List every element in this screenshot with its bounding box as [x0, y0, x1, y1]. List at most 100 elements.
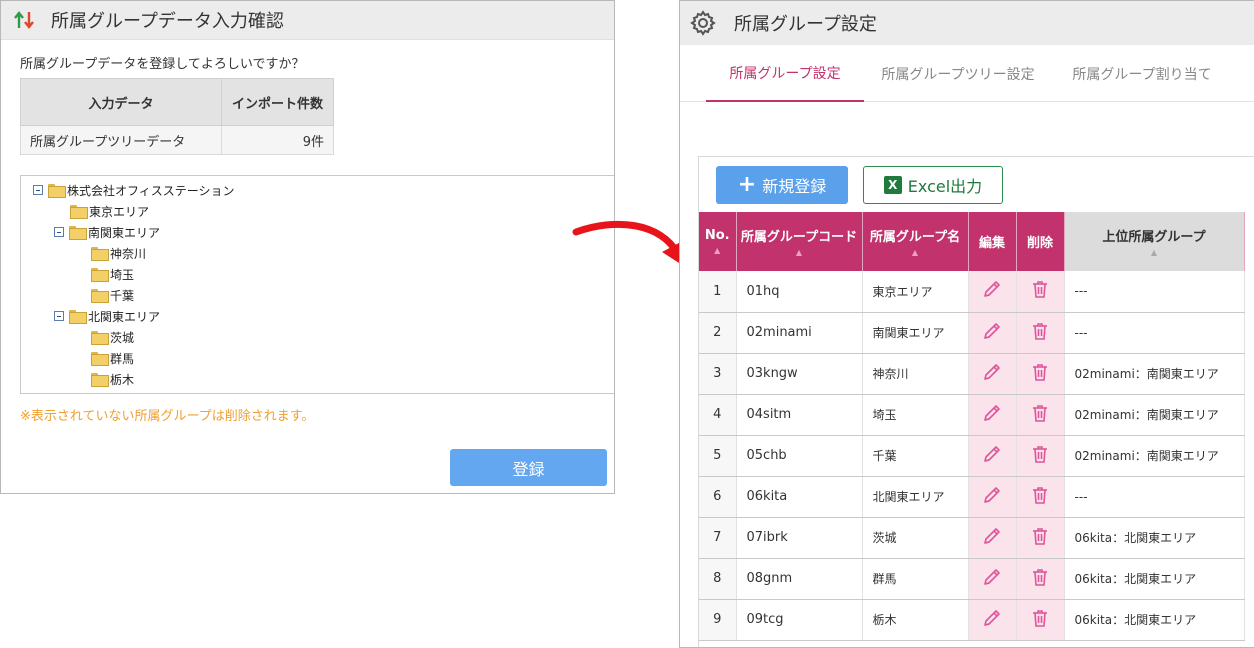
tree-node[interactable]: 北関東エリア	[54, 306, 160, 326]
edit-pencil-icon[interactable]	[981, 527, 1003, 551]
folder-icon	[91, 289, 109, 303]
tree-node-label: 東京エリア	[89, 204, 150, 219]
column-header-no[interactable]: No. ▲	[699, 212, 737, 271]
cell-code: 09tcg	[736, 599, 863, 641]
group-table: No. ▲ 所属グループコード ▲ 所属グループ名 ▲ 編集 削除 上位所属グル…	[699, 212, 1245, 641]
tree-node[interactable]: 栃木	[91, 369, 134, 389]
sort-icon[interactable]: ▲	[867, 249, 964, 257]
edit-pencil-icon[interactable]	[981, 281, 1003, 304]
delete-cell	[1016, 558, 1065, 600]
delete-trash-icon[interactable]	[1029, 568, 1051, 592]
table-row: 3 03kngw 神奈川 02minami：南関東エリア	[699, 353, 1245, 395]
delete-trash-icon[interactable]	[1029, 322, 1051, 346]
tree-node-label: 千葉	[110, 288, 135, 303]
edit-cell	[968, 271, 1017, 313]
column-header-parent[interactable]: 上位所属グループ ▲	[1064, 212, 1245, 271]
collapse-icon[interactable]	[33, 185, 43, 195]
cell-code: 08gnm	[736, 558, 863, 600]
cell-no: 6	[699, 476, 737, 518]
delete-trash-icon[interactable]	[1029, 404, 1051, 428]
delete-trash-icon[interactable]	[1029, 363, 1051, 387]
column-header-name[interactable]: 所属グループ名 ▲	[862, 212, 969, 271]
delete-trash-icon[interactable]	[1029, 281, 1051, 304]
folder-icon	[48, 184, 66, 198]
tree-node-label: 群馬	[110, 351, 135, 366]
edit-pencil-icon[interactable]	[981, 404, 1003, 428]
table-row: 8 08gnm 群馬 06kita：北関東エリア	[699, 558, 1245, 600]
delete-trash-icon[interactable]	[1029, 609, 1051, 633]
edit-pencil-icon[interactable]	[981, 322, 1003, 346]
gear-icon	[690, 10, 716, 36]
tree-node-label: 栃木	[110, 372, 135, 387]
table-row: 2 02minami 南関東エリア ---	[699, 312, 1245, 354]
register-button[interactable]: 登録	[450, 449, 607, 486]
tree-node[interactable]: 株式会社オフィスステーション	[33, 180, 235, 200]
tree-node[interactable]: 南関東エリア	[54, 222, 160, 242]
edit-pencil-icon[interactable]	[981, 363, 1003, 387]
column-header-label: 上位所属グループ	[1102, 230, 1206, 245]
folder-icon	[69, 310, 87, 324]
delete-cell	[1016, 517, 1065, 559]
tree-node[interactable]: 千葉	[91, 285, 134, 305]
tab-group-settings[interactable]: 所属グループ設定	[706, 45, 864, 102]
tree-node[interactable]: 埼玉	[91, 264, 134, 284]
cell-no: 3	[699, 353, 737, 395]
panel-title: 所属グループ設定	[734, 14, 877, 35]
table-row: 7 07ibrk 茨城 06kita：北関東エリア	[699, 517, 1245, 559]
collapse-icon[interactable]	[54, 311, 64, 321]
sort-icon[interactable]: ▲	[741, 249, 858, 257]
column-header-code[interactable]: 所属グループコード ▲	[736, 212, 863, 271]
edit-pencil-icon[interactable]	[981, 445, 1003, 469]
cell-name: 神奈川	[862, 353, 969, 395]
column-header-label: 所属グループコード	[740, 230, 858, 245]
cell-name: 群馬	[862, 558, 969, 600]
edit-pencil-icon[interactable]	[981, 609, 1003, 633]
folder-icon	[91, 373, 109, 387]
new-register-label: 新規登録	[762, 177, 827, 196]
tab-group-assignment[interactable]: 所属グループ割り当て	[1062, 45, 1222, 102]
import-summary-table: 入力データ インポート件数 所属グループツリーデータ 9件	[20, 78, 334, 155]
cell-name: 東京エリア	[862, 271, 969, 313]
tree-node-label: 茨城	[110, 330, 135, 345]
tree-node[interactable]: 神奈川	[91, 243, 146, 263]
cell-code: 02minami	[736, 312, 863, 354]
folder-icon	[69, 226, 87, 240]
summary-count-value: 9件	[221, 125, 334, 155]
delete-cell	[1016, 312, 1065, 354]
new-register-button[interactable]: + 新規登録	[716, 166, 848, 204]
edit-pencil-icon[interactable]	[981, 568, 1003, 592]
cell-name: 千葉	[862, 435, 969, 477]
cell-code: 07ibrk	[736, 517, 863, 559]
cell-parent: ---	[1064, 271, 1245, 313]
tree-node[interactable]: 群馬	[91, 348, 134, 368]
excel-export-button[interactable]: X Excel出力	[863, 166, 1003, 204]
confirm-message: 所属グループデータを登録してよろしいですか？	[20, 57, 305, 72]
edit-pencil-icon[interactable]	[981, 486, 1003, 510]
cell-name: 埼玉	[862, 394, 969, 436]
sort-icon[interactable]: ▲	[703, 247, 732, 255]
sort-icon[interactable]: ▲	[1069, 249, 1240, 257]
cell-parent: 06kita：北関東エリア	[1064, 558, 1245, 600]
tree-node-label: 株式会社オフィスステーション	[67, 183, 235, 198]
tree-node-label: 北関東エリア	[88, 309, 161, 324]
delete-trash-icon[interactable]	[1029, 445, 1051, 469]
tab-group-tree-settings[interactable]: 所属グループツリー設定	[870, 45, 1046, 102]
tree-node[interactable]: 東京エリア	[70, 201, 149, 221]
cell-parent: 02minami：南関東エリア	[1064, 353, 1245, 395]
cell-name: 栃木	[862, 599, 969, 641]
cell-code: 05chb	[736, 435, 863, 477]
edit-cell	[968, 435, 1017, 477]
excel-icon: X	[883, 176, 902, 194]
cell-name: 茨城	[862, 517, 969, 559]
column-header-label: No.	[704, 228, 730, 243]
cell-code: 04sitm	[736, 394, 863, 436]
group-list-area: + 新規登録 X Excel出力 No. ▲ 所属グループコード ▲ 所属グルー…	[698, 156, 1254, 647]
delete-trash-icon[interactable]	[1029, 527, 1051, 551]
delete-cell	[1016, 394, 1065, 436]
tree-node[interactable]: 茨城	[91, 327, 134, 347]
delete-trash-icon[interactable]	[1029, 486, 1051, 510]
delete-warning-note: ※表示されていない所属グループは削除されます。	[20, 409, 315, 424]
dialog-title: 所属グループデータ入力確認	[51, 11, 284, 32]
collapse-icon[interactable]	[54, 227, 64, 237]
group-settings-panel: 所属グループ設定 所属グループ設定 所属グループツリー設定 所属グループ割り当て…	[679, 0, 1254, 648]
